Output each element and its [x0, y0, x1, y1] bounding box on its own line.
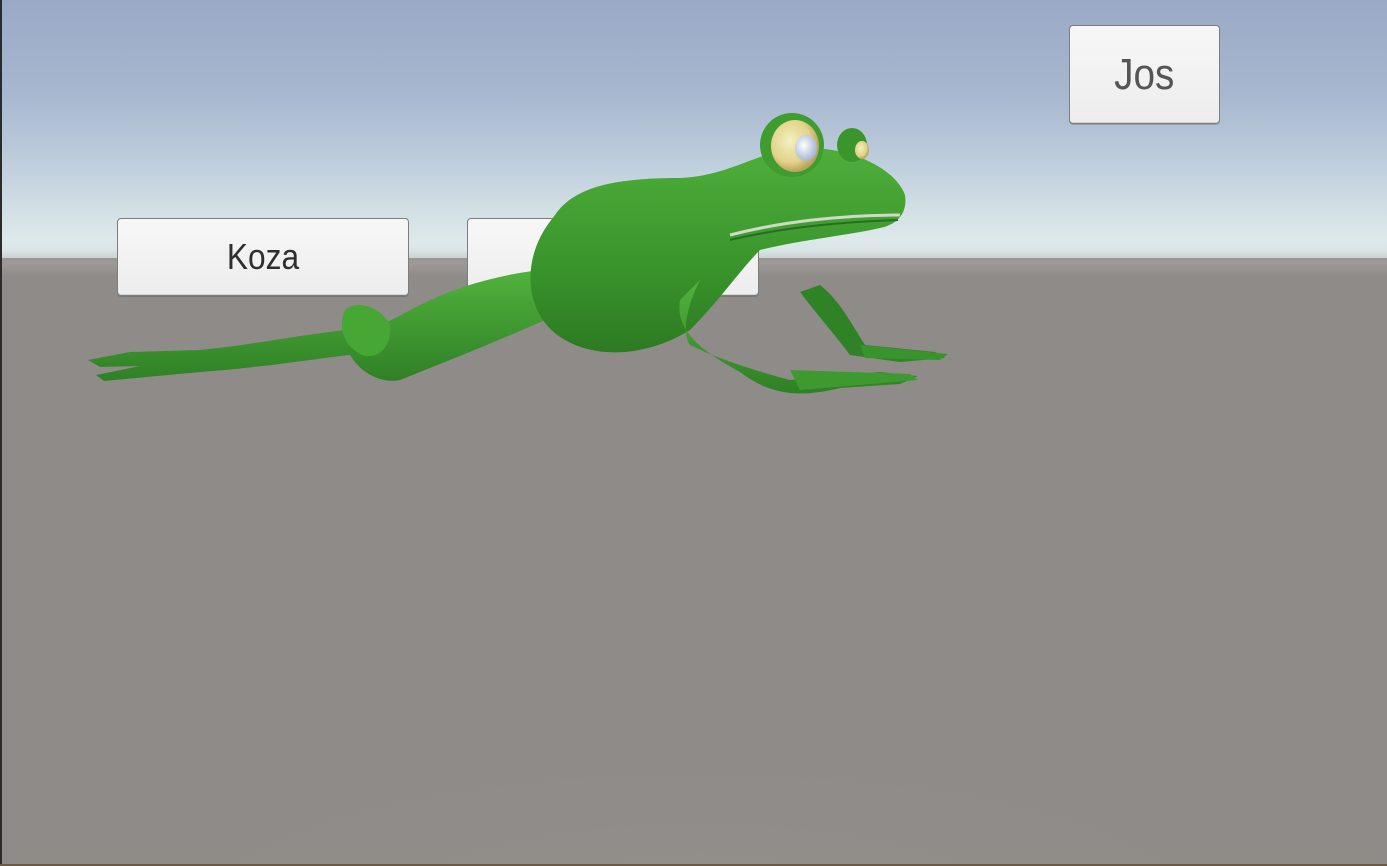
game-viewport: Koza Jos [0, 0, 1387, 866]
frog-model [88, 113, 948, 394]
jos-button-label: Jos [1114, 49, 1175, 99]
left-border [0, 0, 2, 866]
jos-button[interactable]: Jos [1069, 25, 1220, 124]
